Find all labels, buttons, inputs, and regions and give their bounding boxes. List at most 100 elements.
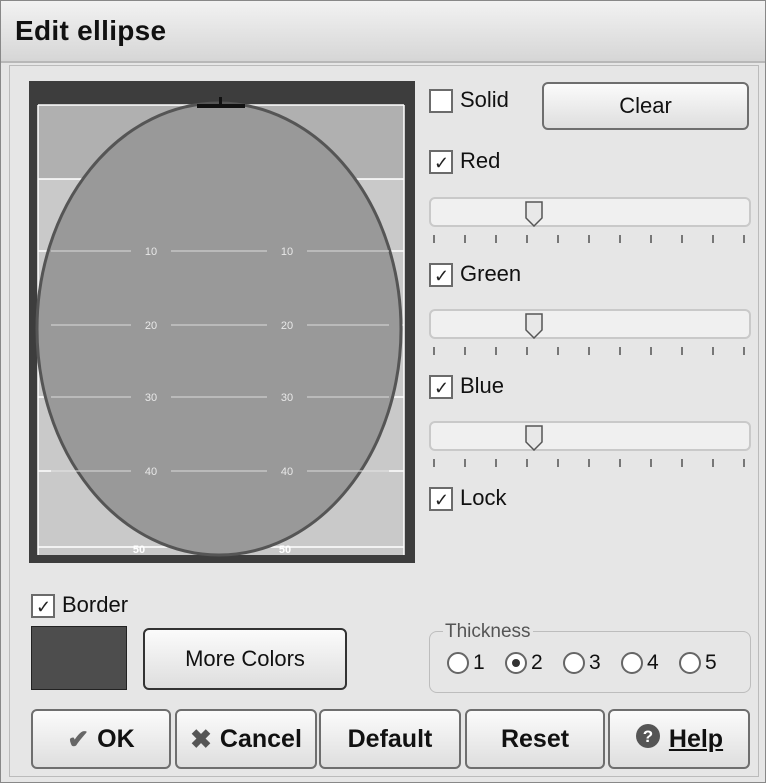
thickness-radio-label: 2 xyxy=(531,651,543,674)
thickness-radio-2[interactable] xyxy=(505,652,527,674)
check-mark-icon: ✓ xyxy=(434,266,450,286)
slider-tick xyxy=(743,235,745,243)
slider-tick xyxy=(743,347,745,355)
check-icon: ✔ xyxy=(67,723,90,754)
border-label: Border xyxy=(62,592,129,617)
blue-label: Blue xyxy=(460,373,505,398)
slider-tick xyxy=(557,459,559,467)
ellipse-shape[interactable] xyxy=(35,101,403,557)
slider-tick xyxy=(526,347,528,355)
thickness-radio-label: 1 xyxy=(473,651,485,674)
slider-tick xyxy=(650,347,652,355)
check-mark-icon: ✓ xyxy=(434,378,450,398)
help-button-label: Help xyxy=(668,724,724,753)
reset-button[interactable]: Reset xyxy=(465,709,605,769)
cancel-button[interactable]: ✖ Cancel xyxy=(175,709,317,769)
check-mark-icon: ✓ xyxy=(434,153,450,173)
thickness-radio-5[interactable] xyxy=(679,652,701,674)
slider-tick xyxy=(588,459,590,467)
thickness-radio-label: 3 xyxy=(589,651,601,674)
title-bar[interactable]: Edit ellipse xyxy=(1,1,765,63)
ok-button[interactable]: ✔ OK xyxy=(31,709,171,769)
grid-label-left-4: 40 xyxy=(145,466,157,478)
slider-tick xyxy=(526,235,528,243)
slider-tick xyxy=(619,347,621,355)
solid-checkbox[interactable] xyxy=(429,89,453,113)
blue-slider-ticks xyxy=(433,459,747,473)
default-button-label: Default xyxy=(347,724,433,753)
blue-slider-thumb[interactable] xyxy=(525,425,543,452)
slider-tick xyxy=(712,235,714,243)
slider-tick xyxy=(588,235,590,243)
green-slider[interactable] xyxy=(429,309,751,369)
red-checkbox[interactable]: ✓ xyxy=(429,150,453,174)
preview-canvas: 10 10 20 20 30 30 40 40 50 50 xyxy=(35,97,405,557)
border-checkbox[interactable]: ✓ xyxy=(31,594,55,618)
slider-tick xyxy=(681,459,683,467)
green-checkbox[interactable]: ✓ xyxy=(429,263,453,287)
blue-checkbox[interactable]: ✓ xyxy=(429,375,453,399)
blue-slider-track[interactable] xyxy=(429,421,751,451)
grid-label-left-3: 30 xyxy=(145,392,157,404)
slider-tick xyxy=(681,235,683,243)
red-label: Red xyxy=(460,148,501,173)
green-slider-ticks xyxy=(433,347,747,361)
thickness-group-title: Thickness xyxy=(443,621,533,643)
green-slider-track[interactable] xyxy=(429,309,751,339)
slider-tick xyxy=(650,235,652,243)
check-mark-icon: ✓ xyxy=(434,490,450,510)
x-icon: ✖ xyxy=(190,723,212,754)
edit-ellipse-dialog: Edit ellipse 10 10 20 20 30 30 40 40 50 … xyxy=(0,0,766,783)
help-button[interactable]: ? Help xyxy=(608,709,750,769)
grid-label-left-1: 10 xyxy=(145,246,157,258)
thickness-radio-4[interactable] xyxy=(621,652,643,674)
slider-tick xyxy=(619,459,621,467)
grid-label-right-2: 20 xyxy=(281,320,293,332)
check-mark-icon: ✓ xyxy=(36,597,52,617)
radio-selected-dot xyxy=(512,659,520,667)
grid-label-left-5: 50 xyxy=(133,544,145,556)
slider-tick xyxy=(650,459,652,467)
green-slider-thumb[interactable] xyxy=(525,313,543,340)
green-label: Green xyxy=(460,261,522,286)
red-slider-ticks xyxy=(433,235,747,249)
slider-tick xyxy=(743,459,745,467)
slider-tick xyxy=(557,235,559,243)
default-button[interactable]: Default xyxy=(319,709,461,769)
slider-tick xyxy=(712,347,714,355)
thickness-radio-1[interactable] xyxy=(447,652,469,674)
slider-tick xyxy=(619,235,621,243)
clear-button[interactable]: Clear xyxy=(542,82,749,130)
thickness-radio-label: 5 xyxy=(705,651,717,674)
ellipse-preview[interactable]: 10 10 20 20 30 30 40 40 50 50 xyxy=(29,81,415,563)
more-colors-button[interactable]: More Colors xyxy=(143,628,347,690)
red-slider[interactable] xyxy=(429,197,751,257)
slider-tick xyxy=(526,459,528,467)
lock-checkbox[interactable]: ✓ xyxy=(429,487,453,511)
grid-label-right-3: 30 xyxy=(281,392,293,404)
svg-text:?: ? xyxy=(643,727,653,746)
thickness-radio-3[interactable] xyxy=(563,652,585,674)
window-title: Edit ellipse xyxy=(15,15,167,46)
grid-label-right-1: 10 xyxy=(281,246,293,258)
slider-tick xyxy=(495,235,497,243)
slider-tick xyxy=(557,347,559,355)
slider-tick xyxy=(495,347,497,355)
slider-tick xyxy=(464,459,466,467)
slider-tick xyxy=(433,347,435,355)
blue-slider[interactable] xyxy=(429,421,751,481)
slider-tick xyxy=(433,459,435,467)
slider-tick xyxy=(588,347,590,355)
lock-label: Lock xyxy=(460,485,507,510)
grid-label-left-2: 20 xyxy=(145,320,157,332)
red-slider-thumb[interactable] xyxy=(525,201,543,228)
slider-tick xyxy=(681,347,683,355)
red-slider-track[interactable] xyxy=(429,197,751,227)
thickness-radio-label: 4 xyxy=(647,651,659,674)
cancel-button-label: Cancel xyxy=(219,724,302,753)
grid-label-right-5: 50 xyxy=(279,544,291,556)
reset-button-label: Reset xyxy=(500,724,570,753)
slider-tick xyxy=(712,459,714,467)
slider-tick xyxy=(495,459,497,467)
border-color-swatch[interactable] xyxy=(31,626,127,690)
